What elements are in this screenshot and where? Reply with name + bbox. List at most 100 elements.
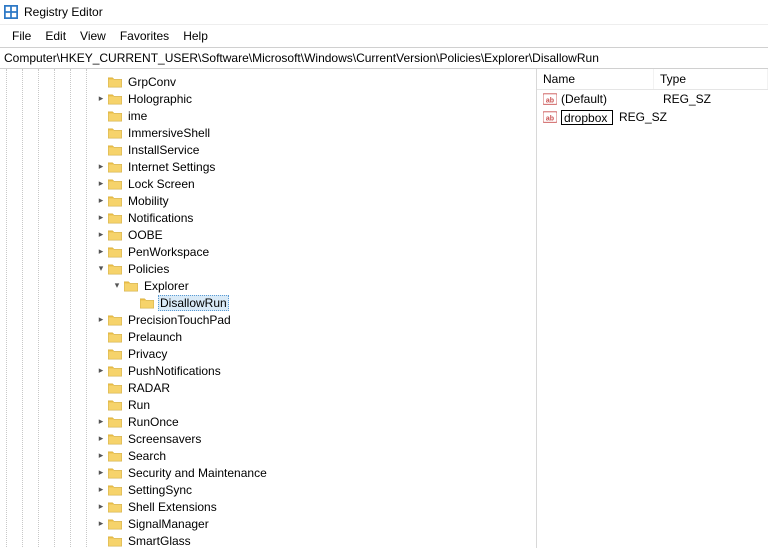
- tree-item[interactable]: ▾ Policies: [0, 260, 536, 277]
- tree-item[interactable]: ▸DisallowRun: [0, 294, 536, 311]
- tree-item[interactable]: ▸ Screensavers: [0, 430, 536, 447]
- tree-item[interactable]: ▸Shell Extensions: [0, 498, 536, 515]
- menu-edit[interactable]: Edit: [39, 28, 72, 44]
- folder-icon: [108, 161, 122, 173]
- tree-item[interactable]: ▸ Holographic: [0, 90, 536, 107]
- tree-item[interactable]: ▸PenWorkspace: [0, 243, 536, 260]
- titlebar: Registry Editor: [0, 0, 768, 25]
- tree-item[interactable]: ▸RunOnce: [0, 413, 536, 430]
- chevron-right-icon[interactable]: ▸: [96, 213, 106, 222]
- folder-icon: [108, 416, 122, 428]
- folder-icon: [140, 297, 154, 309]
- folder-icon: [108, 127, 122, 139]
- tree-item[interactable]: ▸ OOBE: [0, 226, 536, 243]
- tree-item[interactable]: ▸Privacy: [0, 345, 536, 362]
- tree-item-label: SmartGlass: [126, 534, 193, 548]
- chevron-right-icon[interactable]: ▸: [96, 179, 106, 188]
- tree-item-label: PrecisionTouchPad: [126, 313, 233, 327]
- tree-item-label: GrpConv: [126, 75, 178, 89]
- col-header-name[interactable]: Name: [537, 69, 654, 89]
- window-title: Registry Editor: [24, 5, 103, 19]
- tree-item[interactable]: ▸Internet Settings: [0, 158, 536, 175]
- tree-item-label: Screensavers: [126, 432, 203, 446]
- chevron-right-icon[interactable]: ▸: [96, 485, 106, 494]
- chevron-right-icon[interactable]: ▸: [96, 468, 106, 477]
- tree-item[interactable]: ▸ Lock Screen: [0, 175, 536, 192]
- chevron-right-icon[interactable]: ▸: [96, 366, 106, 375]
- tree-item[interactable]: ▾Explorer: [0, 277, 536, 294]
- tree-item[interactable]: ▸SmartGlass: [0, 532, 536, 548]
- col-header-type[interactable]: Type: [654, 69, 768, 89]
- folder-icon: [108, 433, 122, 445]
- chevron-right-icon[interactable]: ▸: [96, 230, 106, 239]
- folder-icon: [108, 212, 122, 224]
- chevron-right-icon[interactable]: ▸: [96, 417, 106, 426]
- chevron-right-icon[interactable]: ▸: [96, 247, 106, 256]
- menu-favorites[interactable]: Favorites: [114, 28, 175, 44]
- folder-icon: [108, 450, 122, 462]
- chevron-right-icon[interactable]: ▸: [96, 94, 106, 103]
- folder-icon: [108, 331, 122, 343]
- tree-item-label: InstallService: [126, 143, 201, 157]
- chevron-right-icon[interactable]: ▸: [96, 519, 106, 528]
- menu-help[interactable]: Help: [177, 28, 214, 44]
- value-row[interactable]: ab(Default)REG_SZ: [537, 90, 768, 108]
- tree-item[interactable]: ▸RADAR: [0, 379, 536, 396]
- folder-icon: [108, 382, 122, 394]
- tree-item[interactable]: ▸ Mobility: [0, 192, 536, 209]
- value-name: (Default): [561, 92, 657, 106]
- chevron-down-icon[interactable]: ▾: [112, 281, 122, 290]
- value-name-edit[interactable]: dropbox: [561, 110, 613, 125]
- menu-file[interactable]: File: [6, 28, 37, 44]
- address-bar[interactable]: Computer\HKEY_CURRENT_USER\Software\Micr…: [0, 47, 768, 69]
- tree-item[interactable]: ▸GrpConv: [0, 73, 536, 90]
- tree-item-label: PushNotifications: [126, 364, 223, 378]
- folder-icon: [108, 484, 122, 496]
- tree-item[interactable]: ▸SignalManager: [0, 515, 536, 532]
- tree-item[interactable]: ▸ Security and Maintenance: [0, 464, 536, 481]
- folder-icon: [108, 518, 122, 530]
- tree-item[interactable]: ▸Prelaunch: [0, 328, 536, 345]
- tree-item[interactable]: ▸Search: [0, 447, 536, 464]
- folder-icon: [108, 178, 122, 190]
- chevron-right-icon[interactable]: ▸: [96, 502, 106, 511]
- tree-item-label: Notifications: [126, 211, 195, 225]
- tree-item[interactable]: ▸InstallService: [0, 141, 536, 158]
- chevron-right-icon[interactable]: ▸: [96, 162, 106, 171]
- string-value-icon: ab: [543, 110, 557, 124]
- list-header: Name Type: [537, 69, 768, 90]
- folder-icon: [124, 280, 138, 292]
- tree-item[interactable]: ▸Run: [0, 396, 536, 413]
- value-row[interactable]: ab dropboxREG_SZ: [537, 108, 768, 126]
- tree-item-label: OOBE: [126, 228, 165, 242]
- chevron-right-icon[interactable]: ▸: [96, 315, 106, 324]
- chevron-down-icon[interactable]: ▾: [96, 264, 106, 273]
- tree-item-label: Policies: [126, 262, 171, 276]
- tree-item-label: Mobility: [126, 194, 171, 208]
- tree-item-label: Lock Screen: [126, 177, 197, 191]
- tree-item[interactable]: ▸ PrecisionTouchPad: [0, 311, 536, 328]
- tree-item-label: Security and Maintenance: [126, 466, 269, 480]
- folder-icon: [108, 535, 122, 547]
- tree-item-label: DisallowRun: [158, 295, 229, 311]
- values-pane: Name Type ab (Default) REG_SZab dropboxREG_…: [537, 69, 768, 548]
- tree-item[interactable]: ▸ PushNotifications: [0, 362, 536, 379]
- tree-item-label: Holographic: [126, 92, 194, 106]
- menu-view[interactable]: View: [74, 28, 112, 44]
- tree-item-label: Privacy: [126, 347, 169, 361]
- string-value-icon: ab: [543, 92, 557, 106]
- tree-item-label: Prelaunch: [126, 330, 184, 344]
- tree-item[interactable]: ▸ime: [0, 107, 536, 124]
- value-type: REG_SZ: [613, 110, 667, 124]
- tree-item[interactable]: ▸ SettingSync: [0, 481, 536, 498]
- chevron-right-icon[interactable]: ▸: [96, 434, 106, 443]
- chevron-right-icon[interactable]: ▸: [96, 451, 106, 460]
- tree-item-label: SettingSync: [126, 483, 194, 497]
- tree-item[interactable]: ▸ImmersiveShell: [0, 124, 536, 141]
- tree-scroll[interactable]: ▸GrpConv▸Holographic▸ime▸ImmersiveShell▸…: [0, 69, 536, 548]
- menubar: File Edit View Favorites Help: [0, 25, 768, 47]
- folder-icon: [108, 195, 122, 207]
- chevron-right-icon[interactable]: ▸: [96, 196, 106, 205]
- tree-item[interactable]: ▸ Notifications: [0, 209, 536, 226]
- tree-pane: ▸GrpConv▸Holographic▸ime▸ImmersiveShell▸…: [0, 69, 537, 548]
